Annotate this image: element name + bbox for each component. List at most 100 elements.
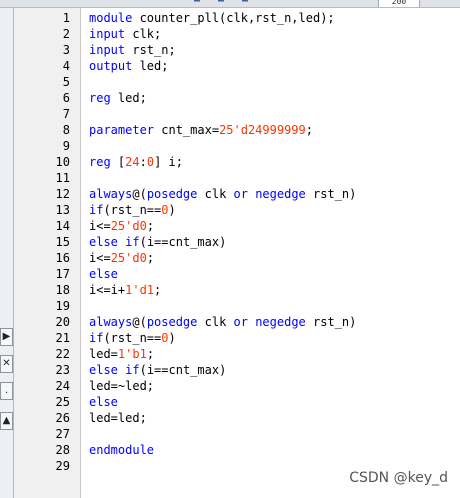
code-line: input rst_n; [89, 42, 176, 58]
keyword-token: else [89, 235, 118, 249]
arrow-icon[interactable]: → [95, 0, 107, 4]
undo-icon[interactable]: ↶ [263, 0, 275, 4]
code-line: i<=25'd0; [89, 250, 154, 266]
code-line: led=~led; [89, 378, 154, 394]
keyword-token: if [89, 203, 104, 217]
line-number: 25 [55, 395, 70, 409]
keyword-token: else [89, 363, 118, 377]
code-line: module counter_pll(clk,rst_n,led); [89, 10, 335, 26]
code-token: ; [305, 123, 313, 137]
code-token: @( [132, 315, 147, 329]
code-token: : [139, 155, 147, 169]
code-token: @( [132, 187, 147, 201]
paste-icon[interactable]: ■ [239, 0, 251, 4]
line-number: 18 [55, 283, 70, 297]
code-token: ; [146, 219, 155, 233]
line-number: 20 [55, 315, 70, 329]
code-token: cnt_max= [154, 123, 220, 137]
line-number: 6 [62, 91, 70, 105]
number-token: 24 [125, 155, 140, 169]
keyword-token: else [89, 395, 118, 409]
keyword-token: endmodule [89, 443, 155, 457]
keyword-token: posedge [146, 187, 198, 201]
code-token: clk [197, 187, 234, 201]
code-line: output led; [89, 58, 168, 74]
code-token: led; [110, 91, 147, 105]
code-line: input clk; [89, 26, 161, 42]
copy-icon[interactable]: ■ [215, 0, 227, 4]
code-token: clk [197, 315, 234, 329]
line-number: 14 [55, 219, 70, 233]
number-token: 25'd0 [110, 251, 147, 265]
find-icon[interactable]: ⌕ [311, 0, 323, 4]
zoom-icon[interactable]: ⌕ [335, 0, 347, 4]
line-number-gutter: 1 2 3 4 5 6 7 8 9 10 11 12 13 14 15 16 17 18 19 20 21 22 23 24 2… [14, 8, 81, 498]
keyword-token: else [89, 267, 118, 281]
code-token: (i==cnt_max) [139, 363, 227, 377]
keyword-token: output [89, 59, 133, 73]
keyword-token: always [89, 315, 133, 329]
keyword-token: negedge [255, 315, 306, 329]
code-line: else [89, 394, 118, 410]
code-token: i<=i+ [89, 283, 126, 297]
arrow-icon[interactable]: → [143, 0, 155, 4]
save-icon[interactable]: ■ [191, 0, 203, 4]
keyword-token: always [89, 187, 133, 201]
code-token: ; [146, 347, 155, 361]
code-line: else if(i==cnt_max) [89, 234, 226, 250]
redo-icon[interactable]: ↷ [287, 0, 299, 4]
code-token: ) [168, 203, 176, 217]
line-number: 9 [62, 139, 70, 153]
number-token: 25'd0 [110, 219, 147, 233]
code-line: led=1'b1; [89, 346, 154, 362]
code-editor[interactable]: module counter_pll(clk,rst_n,led); input … [89, 8, 460, 498]
line-number: 29 [55, 459, 70, 473]
zoom-select[interactable]: 200 [378, 0, 420, 7]
expand-right-button[interactable]: ▶ [0, 328, 13, 346]
code-line: i<=i+1'd1; [89, 282, 161, 298]
line-number: 15 [55, 235, 70, 249]
code-line: if(rst_n==0) [89, 202, 176, 218]
keyword-token: input [89, 27, 126, 41]
code-line: reg [24:0] i; [89, 154, 183, 170]
code-line: reg led; [89, 90, 147, 106]
line-number: 27 [55, 427, 70, 441]
code-token: rst_n) [305, 187, 357, 201]
line-number: 12 [55, 187, 70, 201]
line-number: 24 [55, 379, 70, 393]
line-number: 8 [62, 123, 70, 137]
line-number: 2 [62, 27, 70, 41]
code-line: always@(posedge clk or negedge rst_n) [89, 314, 356, 330]
line-number: 19 [55, 299, 70, 313]
line-number: 21 [55, 331, 70, 345]
number-token: 1'b1 [117, 347, 147, 361]
keyword-token: input [89, 43, 126, 57]
keyword-token: reg [89, 155, 111, 169]
code-token: clk; [125, 27, 162, 41]
code-token: rst_n; [125, 43, 176, 57]
dot-button[interactable]: . [0, 382, 13, 400]
line-number: 7 [62, 107, 70, 121]
keyword-token: or [233, 187, 248, 201]
line-number: 26 [55, 411, 70, 425]
line-number: 16 [55, 251, 70, 265]
code-token: led=led; [89, 411, 147, 425]
keyword-token: if [125, 363, 140, 377]
arrow-icon[interactable]: → [119, 0, 131, 4]
code-line: i<=25'd0; [89, 218, 154, 234]
scroll-up-button[interactable]: ▲ [0, 412, 13, 430]
code-token: ] i; [154, 155, 183, 169]
code-line: else if(i==cnt_max) [89, 362, 226, 378]
keyword-token: reg [89, 91, 111, 105]
line-number: 3 [62, 43, 70, 57]
keyword-token: if [125, 235, 140, 249]
left-panel-strip: ▶ ✕. ▲ [0, 8, 14, 498]
dropdown-icon[interactable]: ▾ [167, 0, 179, 4]
keyword-token: posedge [146, 315, 198, 329]
line-number: 13 [55, 203, 70, 217]
number-token: 0 [146, 155, 155, 169]
number-token: 1'd1 [125, 283, 155, 297]
keyword-token: or [233, 315, 248, 329]
close-panel-button[interactable]: ✕ [0, 355, 13, 373]
code-token: led= [89, 347, 118, 361]
